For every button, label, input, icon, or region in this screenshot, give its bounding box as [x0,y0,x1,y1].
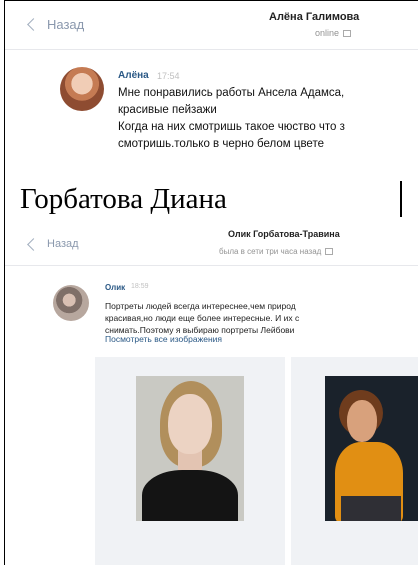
avatar[interactable] [60,67,104,111]
message-line: Портреты людей всегда интереснее,чем при… [105,301,296,311]
chevron-left-icon [27,237,40,251]
back-label: Назад [47,238,79,250]
chat-header: Назад Алёна Галимова online [5,1,418,50]
back-label: Назад [47,17,85,32]
message-author[interactable]: Олик [105,283,125,292]
contact-status: online [315,28,352,38]
computer-icon [343,30,352,38]
message-author[interactable]: Алёна [118,70,149,81]
contact-status-text: была в сети три часа назад [219,247,322,256]
message-time: 17:54 [157,71,180,81]
contact-name[interactable]: Алёна Галимова [269,11,359,23]
text-cursor [400,181,402,217]
chat-screenshot-1: Назад Алёна Галимова online Алёна 17:54 … [5,1,418,179]
computer-icon [325,248,334,256]
photo-attachment[interactable] [95,357,285,565]
message-line: Когда на них смотришь такое чюство что з [118,121,345,133]
message-line: смотришь.только в черно белом цвете [118,138,324,150]
contact-status-text: online [315,28,340,38]
message-line: красивая,но люди еще более интересные. И… [105,313,300,323]
portrait-photo[interactable] [136,376,244,521]
avatar[interactable] [53,285,89,321]
portrait-face [168,394,212,454]
message-line: красивые пейзажи [118,104,217,116]
message-text: Портреты людей всегда интереснее,чем при… [105,300,418,336]
back-button[interactable]: Назад [27,17,85,32]
portrait-face [347,400,377,442]
portrait-skirt [341,496,401,521]
message-time: 18:59 [131,283,149,290]
back-button[interactable]: Назад [27,237,79,251]
chat-header: Назад Олик Горбатова-Травина была в сети… [5,221,418,266]
photo-attachment[interactable] [291,357,418,565]
portrait-photo[interactable] [325,376,418,521]
message-line: Мне понравились работы Ансела Адамса, [118,87,345,99]
chat-screenshot-2: Назад Олик Горбатова-Травина была в сети… [5,221,418,565]
view-all-images-link[interactable]: Посмотреть все изображения [105,334,222,344]
portrait-sweater [142,470,238,521]
author-caption: Горбатова Диана [20,183,227,215]
contact-name[interactable]: Олик Горбатова-Травина [228,229,340,239]
message-text: Мне понравились работы Ансела Адамса, кр… [118,85,418,153]
chevron-left-icon [27,18,40,31]
contact-status: была в сети три часа назад [219,247,334,256]
